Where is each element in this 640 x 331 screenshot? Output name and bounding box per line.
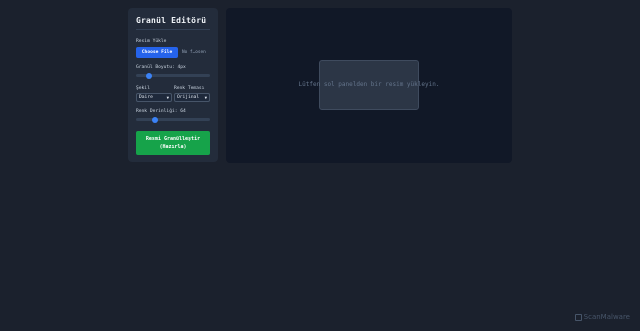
shape-select[interactable]: Daire ▼ bbox=[136, 93, 172, 102]
placeholder-text: Lütfen sol panelden bir resim yükleyin. bbox=[298, 81, 440, 88]
upload-label: Resim Yükle bbox=[136, 39, 167, 44]
chevron-down-icon: ▼ bbox=[166, 95, 169, 100]
color-theme-label: Renk Teması bbox=[174, 86, 205, 91]
color-theme-select[interactable]: Orijinal ▼ bbox=[174, 93, 210, 102]
file-name-text: No f…osen bbox=[182, 50, 206, 55]
select-row: Şekil Daire ▼ Renk Teması Orijinal ▼ bbox=[136, 86, 210, 102]
panel-title: Granül Editörü bbox=[136, 16, 210, 30]
watermark-text: ScanMalware bbox=[583, 313, 630, 321]
scan-icon bbox=[574, 313, 582, 321]
chevron-down-icon: ▼ bbox=[204, 95, 207, 100]
granulate-button-line2: (Hazırla) bbox=[159, 144, 187, 150]
watermark: ScanMalware bbox=[574, 313, 630, 321]
shape-label: Şekil bbox=[136, 86, 150, 91]
granulate-button-line1: Resmi Granülleştir bbox=[145, 136, 201, 142]
color-depth-label: Renk Derinliği: 64 bbox=[136, 109, 186, 114]
grain-size-slider[interactable] bbox=[136, 72, 210, 79]
granulate-button[interactable]: Resmi Granülleştir (Hazırla) bbox=[136, 131, 210, 155]
color-depth-slider[interactable] bbox=[136, 116, 210, 123]
choose-file-button[interactable]: Choose File bbox=[136, 47, 178, 58]
grain-size-label: Granül Boyutu: 4px bbox=[136, 65, 186, 70]
file-input-row: Choose File No f…osen bbox=[136, 47, 210, 58]
color-theme-group: Renk Teması Orijinal ▼ bbox=[174, 86, 210, 102]
color-theme-select-value: Orijinal bbox=[177, 95, 200, 100]
preview-canvas: Lütfen sol panelden bir resim yükleyin. bbox=[226, 8, 512, 163]
color-depth-slider-thumb[interactable] bbox=[152, 116, 159, 123]
shape-group: Şekil Daire ▼ bbox=[136, 86, 172, 102]
shape-select-value: Daire bbox=[139, 95, 153, 100]
control-panel: Granül Editörü Resim Yükle Choose File N… bbox=[128, 8, 218, 162]
grain-size-slider-thumb[interactable] bbox=[146, 72, 153, 79]
